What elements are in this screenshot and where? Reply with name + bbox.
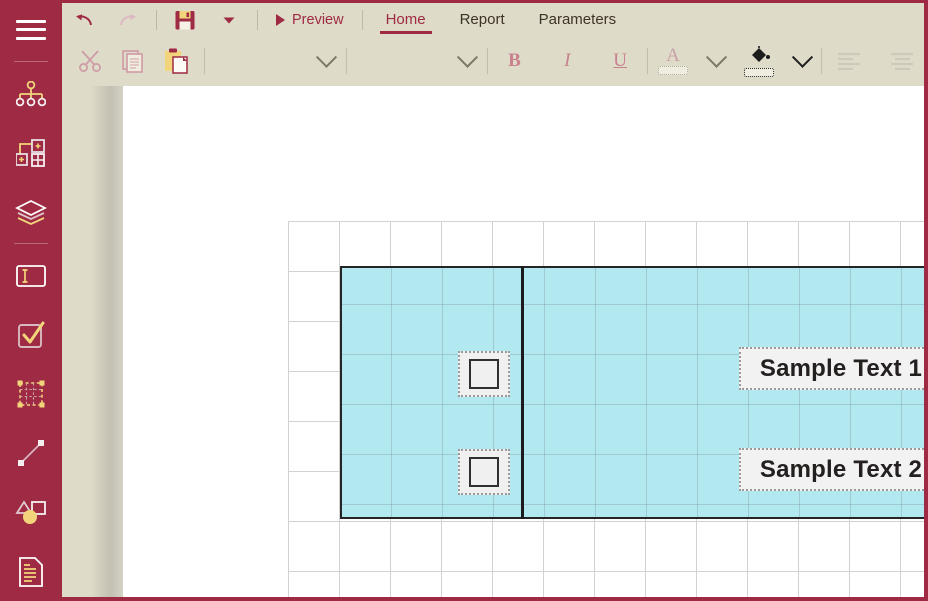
paint-bucket-icon (751, 45, 770, 62)
application-window: Preview Home Report Parameters B I U A S… (0, 0, 928, 601)
bold-label: B (508, 50, 521, 71)
workspace-gutter (62, 86, 124, 601)
toolbar-divider-2 (257, 9, 258, 30)
top-toolbar: Preview Home Report Parameters (62, 0, 928, 36)
sidebar-divider-1 (14, 61, 48, 63)
font-size-select[interactable] (347, 44, 487, 78)
underline-button[interactable]: U (594, 36, 647, 86)
fill-color-button[interactable] (734, 45, 783, 77)
sidebar-item-line-tool[interactable] (0, 424, 62, 483)
copy-icon (122, 50, 143, 73)
sidebar-divider-2 (14, 243, 48, 245)
shapes-icon (15, 500, 46, 525)
fill-color-dropdown[interactable] (783, 36, 821, 86)
grid-nodes-icon (16, 138, 45, 167)
toolbar-accent-line (62, 0, 928, 3)
tab-parameters[interactable]: Parameters (522, 3, 634, 36)
caret-down-icon (223, 17, 235, 23)
underline-label: U (613, 50, 628, 71)
chevron-down-icon (456, 46, 479, 68)
checkbox-row-1[interactable] (458, 351, 510, 397)
paste-icon (164, 48, 188, 74)
sidebar-item-shapes-tool[interactable] (0, 483, 62, 542)
save-dropdown-button[interactable] (207, 3, 251, 36)
format-toolbar: B I U A (62, 36, 928, 86)
tree-hierarchy-icon (16, 80, 46, 106)
hamburger-icon (16, 19, 46, 40)
label-sample-text-2[interactable]: Sample Text 2 (739, 448, 928, 491)
table-column-divider[interactable] (521, 266, 524, 519)
cut-button[interactable] (68, 36, 111, 86)
chevron-down-icon (705, 46, 728, 68)
chevron-down-icon (315, 46, 337, 68)
italic-label: I (564, 50, 571, 71)
bold-button[interactable]: B (488, 36, 541, 86)
align-center-icon (890, 52, 913, 70)
sidebar-item-layers[interactable] (0, 182, 62, 241)
workspace: Sample Text 1 Sample Text 2 (62, 86, 928, 601)
save-button[interactable] (163, 3, 207, 36)
checkbox-box (469, 359, 499, 389)
tab-parameters-label: Parameters (538, 11, 617, 28)
sidebar-item-menu-toggle[interactable] (0, 0, 62, 59)
font-family-select[interactable] (205, 44, 345, 78)
sidebar-item-report-doc[interactable] (0, 542, 62, 601)
layers-icon (15, 199, 47, 225)
chevron-down-icon (791, 46, 813, 68)
table-object[interactable]: Sample Text 1 Sample Text 2 (340, 266, 928, 519)
window-bottom-accent (62, 597, 928, 601)
report-canvas[interactable]: Sample Text 1 Sample Text 2 (123, 86, 928, 601)
undo-icon (76, 13, 92, 25)
window-right-accent (924, 0, 928, 601)
sidebar-item-datasets[interactable] (0, 123, 62, 182)
checkbox-icon (18, 321, 45, 349)
checkbox-row-2[interactable] (458, 449, 510, 495)
tab-home-label: Home (385, 11, 426, 28)
left-sidebar (0, 0, 62, 601)
play-icon (276, 13, 285, 26)
save-icon (175, 10, 195, 29)
font-color-button[interactable]: A (648, 45, 699, 75)
sidebar-item-text-field[interactable] (0, 246, 62, 305)
redo-button[interactable] (106, 3, 150, 36)
undo-button[interactable] (62, 3, 106, 36)
fill-color-swatch (743, 67, 774, 77)
tab-report[interactable]: Report (443, 3, 522, 36)
line-icon (18, 440, 44, 467)
font-color-dropdown[interactable] (699, 36, 735, 86)
preview-label: Preview (292, 11, 344, 28)
scissors-icon (78, 50, 101, 72)
font-color-swatch (658, 66, 689, 75)
text-field-icon (16, 265, 46, 287)
italic-button[interactable]: I (541, 36, 594, 86)
label-sample-text-1[interactable]: Sample Text 1 (739, 347, 928, 390)
align-left-icon (837, 52, 860, 70)
font-color-label: A (666, 45, 680, 66)
align-center-button[interactable] (875, 36, 928, 86)
checkbox-box (469, 457, 499, 487)
toolbar-divider-3 (361, 9, 363, 30)
paste-button[interactable] (155, 36, 198, 86)
align-left-button[interactable] (822, 36, 875, 86)
sidebar-item-hierarchy[interactable] (0, 64, 62, 123)
sidebar-item-checkbox-tool[interactable] (0, 306, 62, 365)
toolbar-divider-1 (156, 9, 157, 30)
selection-grid-icon (17, 380, 45, 408)
copy-button[interactable] (111, 36, 154, 86)
preview-button[interactable]: Preview (264, 3, 356, 36)
tab-home[interactable]: Home (369, 3, 443, 36)
sidebar-item-selection-grid[interactable] (0, 365, 62, 424)
tab-report-label: Report (459, 11, 505, 28)
redo-icon (120, 13, 136, 25)
document-icon (19, 556, 43, 587)
